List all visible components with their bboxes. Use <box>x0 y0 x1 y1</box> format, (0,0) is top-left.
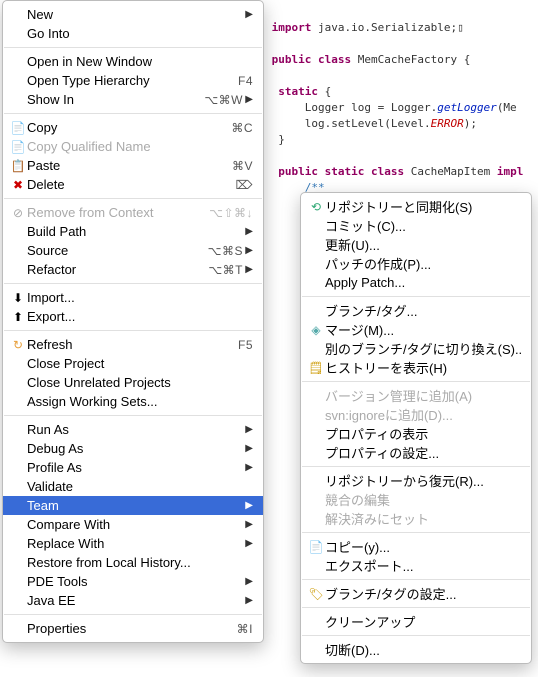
menu-validate[interactable]: Validate <box>3 477 263 496</box>
separator <box>4 198 262 199</box>
submenu-resolved: 解決済みにセット <box>301 509 531 528</box>
menu-export[interactable]: ⬆ Export... <box>3 307 263 326</box>
sync-icon: ⟲ <box>307 199 325 215</box>
submenu-branch-tag-set[interactable]: 🏷 ブランチ/タグの設定... <box>301 584 531 603</box>
submenu-revert[interactable]: リポジトリーから復元(R)... <box>301 471 531 490</box>
submenu-apply-patch[interactable]: Apply Patch... <box>301 273 531 292</box>
shortcut: F4 <box>238 74 253 88</box>
separator <box>302 607 530 608</box>
menu-close-project[interactable]: Close Project <box>3 354 263 373</box>
label: New <box>27 7 243 22</box>
menu-compare-with[interactable]: Compare With▶ <box>3 515 263 534</box>
copy-icon: 📄 <box>307 539 325 555</box>
menu-copy[interactable]: 📄 Copy ⌘C <box>3 118 263 137</box>
separator <box>4 283 262 284</box>
menu-new[interactable]: New ▶ <box>3 5 263 24</box>
menu-run-as[interactable]: Run As▶ <box>3 420 263 439</box>
team-submenu: ⟲ リポジトリーと同期化(S) コミット(C)... 更新(U)... パッチの… <box>300 192 532 664</box>
submenu-disconnect[interactable]: 切断(D)... <box>301 640 531 659</box>
menu-source[interactable]: Source ⌥⌘S ▶ <box>3 241 263 260</box>
menu-assign-ws[interactable]: Assign Working Sets... <box>3 392 263 411</box>
separator <box>4 415 262 416</box>
menu-properties[interactable]: Properties ⌘I <box>3 619 263 638</box>
separator <box>4 47 262 48</box>
submenu-update[interactable]: 更新(U)... <box>301 235 531 254</box>
submenu-merge[interactable]: ◈ マージ(M)... <box>301 320 531 339</box>
submenu-history[interactable]: 🗒 ヒストリーを表示(H) <box>301 358 531 377</box>
menu-restore-local[interactable]: Restore from Local History... <box>3 553 263 572</box>
menu-import[interactable]: ⬇ Import... <box>3 288 263 307</box>
separator <box>302 635 530 636</box>
menu-refactor[interactable]: Refactor ⌥⌘T ▶ <box>3 260 263 279</box>
menu-delete[interactable]: ✖ Delete ⌦ <box>3 175 263 194</box>
menu-open-type-hierarchy[interactable]: Open Type Hierarchy F4 <box>3 71 263 90</box>
menu-java-ee[interactable]: Java EE▶ <box>3 591 263 610</box>
export-icon: ⬆ <box>9 309 27 325</box>
copy-icon: 📄 <box>9 139 27 155</box>
separator <box>302 579 530 580</box>
submenu-cleanup[interactable]: クリーンアップ <box>301 612 531 631</box>
menu-open-new-window[interactable]: Open in New Window <box>3 52 263 71</box>
submenu-create-patch[interactable]: パッチの作成(P)... <box>301 254 531 273</box>
blank-icon <box>9 7 27 23</box>
submenu-switch[interactable]: 別のブランチ/タグに切り換え(S)... <box>301 339 531 358</box>
separator <box>4 113 262 114</box>
submenu-branch-tag[interactable]: ブランチ/タグ... <box>301 301 531 320</box>
menu-team[interactable]: Team▶ <box>3 496 263 515</box>
submenu-commit[interactable]: コミット(C)... <box>301 216 531 235</box>
import-icon: ⬇ <box>9 290 27 306</box>
menu-profile-as[interactable]: Profile As▶ <box>3 458 263 477</box>
copy-icon: 📄 <box>9 120 27 136</box>
submenu-export[interactable]: エクスポート... <box>301 556 531 575</box>
menu-refresh[interactable]: ↻ Refresh F5 <box>3 335 263 354</box>
separator <box>302 381 530 382</box>
separator <box>302 532 530 533</box>
remove-icon: ⊘ <box>9 205 27 221</box>
submenu-prop-set[interactable]: プロパティの設定... <box>301 443 531 462</box>
history-icon: 🗒 <box>307 360 325 376</box>
submenu-copy-y[interactable]: 📄 コピー(y)... <box>301 537 531 556</box>
menu-pde-tools[interactable]: PDE Tools▶ <box>3 572 263 591</box>
separator <box>4 614 262 615</box>
separator <box>302 296 530 297</box>
submenu-svn-ignore: svn:ignoreに追加(D)... <box>301 405 531 424</box>
delete-icon: ✖ <box>9 177 27 193</box>
separator <box>302 466 530 467</box>
submenu-edit-conflict: 競合の編集 <box>301 490 531 509</box>
menu-close-unrelated[interactable]: Close Unrelated Projects <box>3 373 263 392</box>
merge-icon: ◈ <box>307 322 325 338</box>
submenu-sync[interactable]: ⟲ リポジトリーと同期化(S) <box>301 197 531 216</box>
submenu-prop-show[interactable]: プロパティの表示 <box>301 424 531 443</box>
menu-remove-context: ⊘ Remove from Context ⌥⇧⌘↓ <box>3 203 263 222</box>
submenu-arrow-icon: ▶ <box>243 9 253 20</box>
submenu-add-vc: バージョン管理に追加(A) <box>301 386 531 405</box>
menu-build-path[interactable]: Build Path ▶ <box>3 222 263 241</box>
menu-show-in[interactable]: Show In ⌥⌘W ▶ <box>3 90 263 109</box>
refresh-icon: ↻ <box>9 337 27 353</box>
separator <box>4 330 262 331</box>
menu-debug-as[interactable]: Debug As▶ <box>3 439 263 458</box>
menu-paste[interactable]: 📋 Paste ⌘V <box>3 156 263 175</box>
context-menu: New ▶ Go Into Open in New Window Open Ty… <box>2 0 264 643</box>
menu-copy-qualified: 📄 Copy Qualified Name <box>3 137 263 156</box>
tag-icon: 🏷 <box>307 586 325 602</box>
menu-go-into[interactable]: Go Into <box>3 24 263 43</box>
menu-replace-with[interactable]: Replace With▶ <box>3 534 263 553</box>
paste-icon: 📋 <box>9 158 27 174</box>
